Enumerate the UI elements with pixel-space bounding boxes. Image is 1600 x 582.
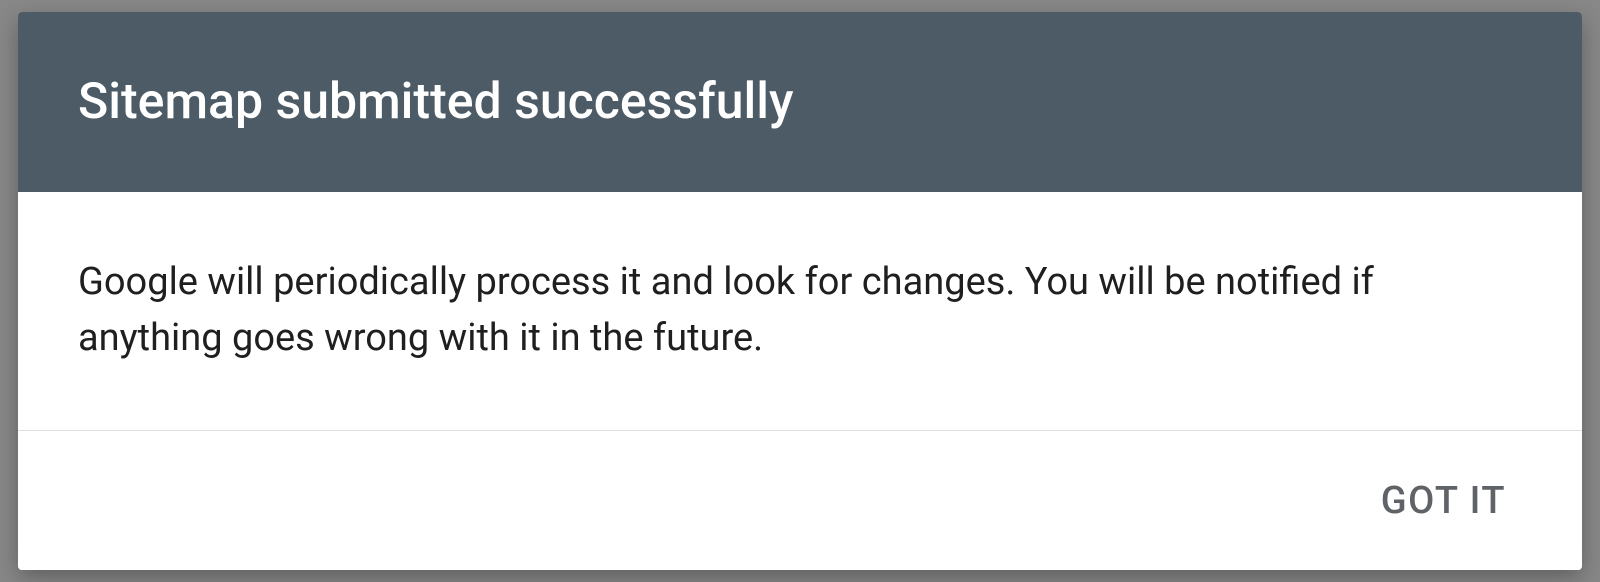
dialog-header: Sitemap submitted successfully <box>18 12 1582 192</box>
dialog-message: Google will periodically process it and … <box>78 254 1522 366</box>
confirmation-dialog: Sitemap submitted successfully Google wi… <box>18 12 1582 570</box>
got-it-button[interactable]: GOT IT <box>1361 467 1526 535</box>
dialog-title: Sitemap submitted successfully <box>78 73 794 131</box>
dialog-footer: GOT IT <box>18 430 1582 570</box>
dialog-body: Google will periodically process it and … <box>18 192 1582 430</box>
